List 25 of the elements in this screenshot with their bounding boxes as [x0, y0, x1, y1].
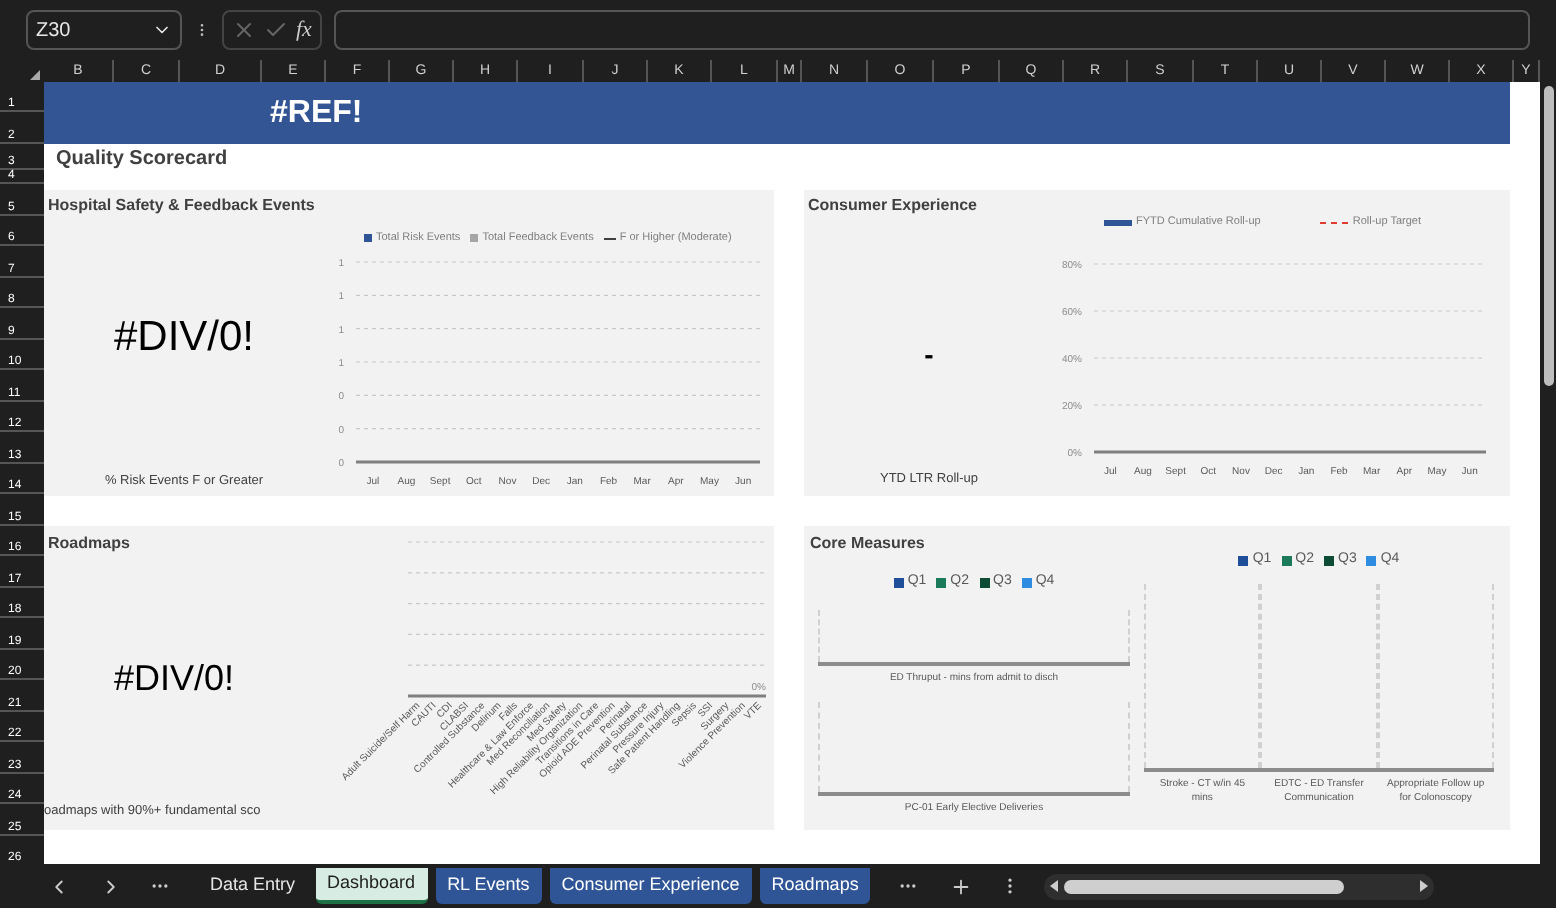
sheet-tab[interactable]: Roadmaps — [759, 868, 871, 904]
metric-value: #DIV/0! — [113, 312, 255, 364]
card-title: Consumer Experience — [806, 194, 979, 218]
metric-value: #DIV/0! — [111, 656, 237, 703]
scroll-right-icon[interactable] — [1420, 880, 1429, 892]
card-title: Roadmaps — [46, 532, 132, 556]
cancel-icon[interactable] — [232, 18, 256, 42]
add-sheet-icon[interactable] — [950, 875, 973, 897]
cell-reference: Z30 — [36, 17, 71, 45]
sheet-tab[interactable]: Consumer Experience — [549, 868, 752, 904]
enter-icon[interactable] — [264, 18, 288, 42]
formula-input[interactable] — [333, 10, 1530, 50]
card-title: Core Measures — [810, 532, 927, 556]
sheet-tab[interactable]: Data Entry — [198, 868, 308, 904]
horizontal-scrollbar-thumb[interactable] — [1064, 879, 1345, 893]
vertical-scrollbar-thumb[interactable] — [1543, 86, 1553, 386]
metric-value: - — [924, 336, 934, 374]
name-box[interactable]: Z30 — [26, 10, 182, 50]
sheet-tab[interactable]: Dashboard — [315, 868, 428, 904]
sheet-tab[interactable]: RL Events — [435, 868, 542, 904]
dashboard-title: Quality Scorecard — [54, 146, 230, 172]
horizontal-scrollbar[interactable] — [1044, 873, 1435, 899]
insert-function-button[interactable]: fx — [296, 13, 312, 47]
card-title: Hospital Safety & Feedback Events — [46, 194, 317, 218]
banner-text: #REF! — [270, 93, 363, 133]
